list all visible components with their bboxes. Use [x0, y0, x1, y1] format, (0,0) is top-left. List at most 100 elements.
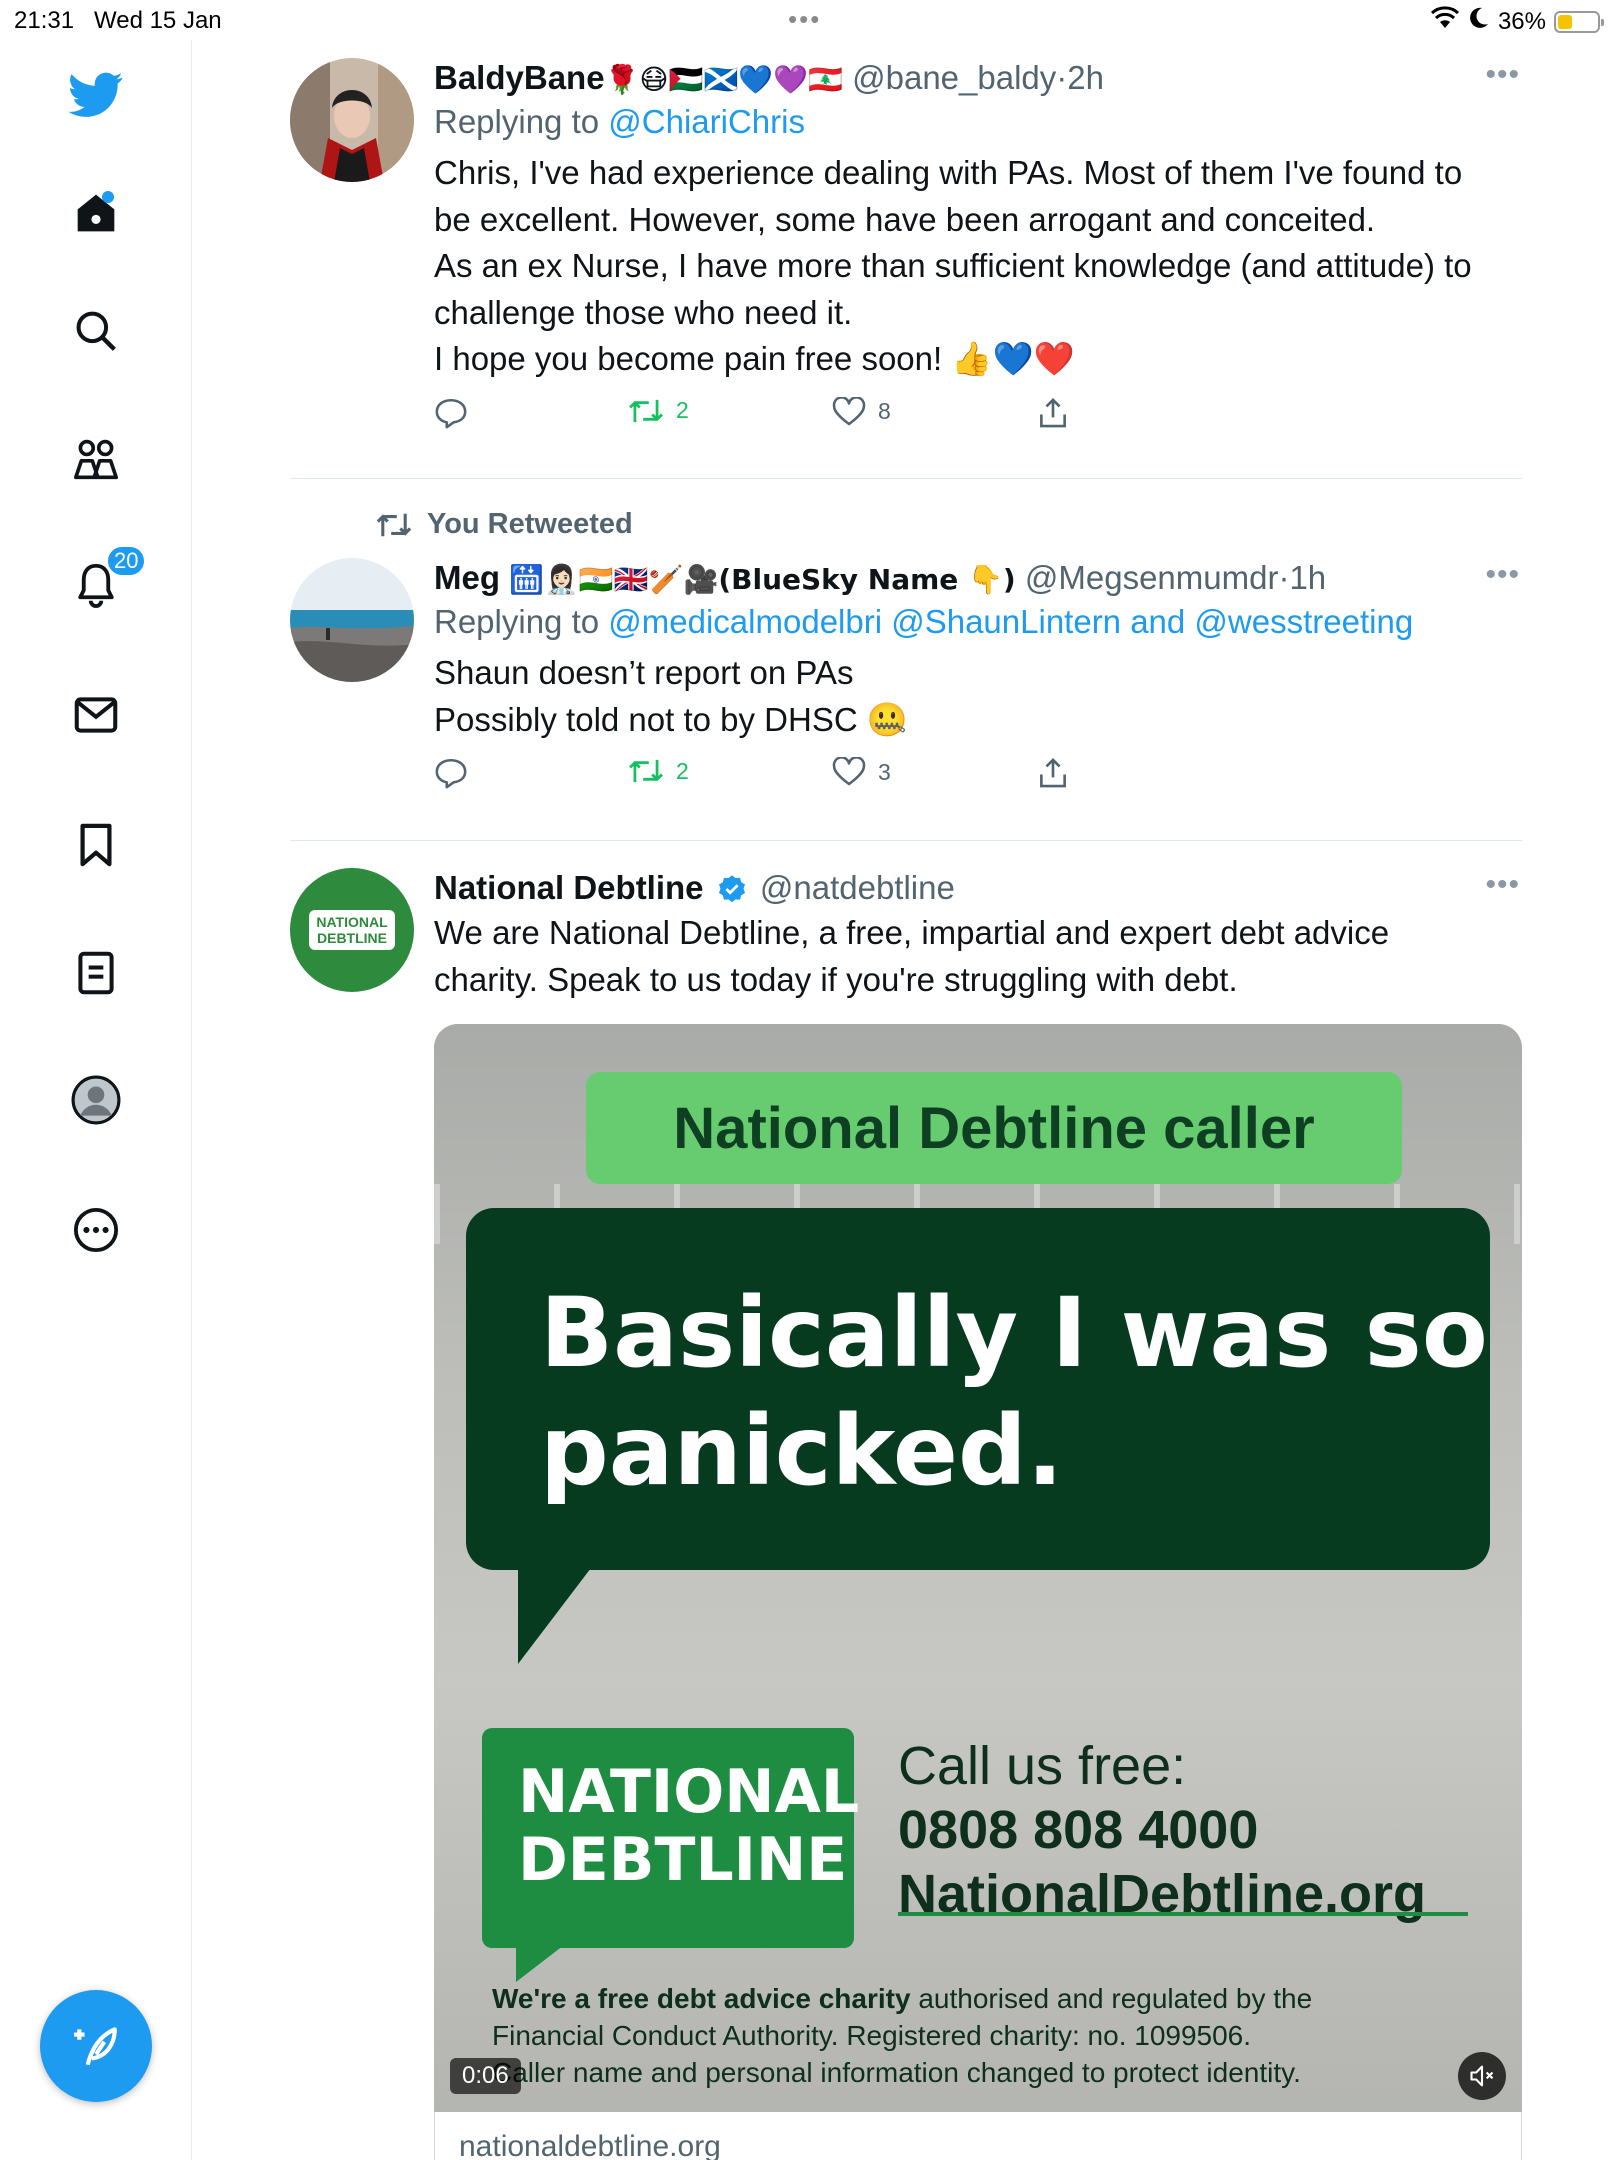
caller-label: National Debtline caller: [586, 1072, 1402, 1184]
like-button[interactable]: 3: [832, 757, 891, 787]
tweet-body: BaldyBane🌹😷🇵🇸🏴󠁧󠁢󠁳󠁣󠁴󠁿💙💜🇱🇧 @bane_baldy·2h …: [434, 58, 1522, 437]
tweet-text-line: be excellent. However, some have been ar…: [434, 200, 1376, 238]
tweet-time[interactable]: 2h: [1067, 59, 1104, 96]
notifications-badge: 20: [106, 545, 147, 577]
tweet-body: National Debtline @natdebtline ••• We ar…: [434, 868, 1522, 1003]
author-handle[interactable]: @Megsenmumdr: [1025, 559, 1279, 596]
status-date: Wed 15 Jan: [94, 7, 222, 34]
status-indicators: 36%: [1430, 6, 1604, 37]
tweet-text-line: We are National Debtline, a free, impart…: [434, 914, 1390, 951]
home-unread-dot: [102, 191, 114, 203]
avatar[interactable]: NATIONAL DEBTLINE: [290, 868, 414, 992]
author-name[interactable]: BaldyBane: [434, 59, 605, 96]
wifi-icon: [1430, 6, 1460, 37]
tweet-header: BaldyBane🌹😷🇵🇸🏴󠁧󠁢󠁳󠁣󠁴󠁿💙💜🇱🇧 @bane_baldy·2h: [434, 59, 1104, 96]
retweeted-indicator: You Retweeted: [375, 508, 633, 541]
sidebar-nav: 20: [0, 40, 192, 2160]
quote-text: Basically I was so panicked.: [540, 1277, 1488, 1507]
battery-percent: 36%: [1497, 7, 1546, 35]
tweet-time[interactable]: 1h: [1289, 559, 1326, 596]
tweet-video[interactable]: National Debtline caller Basically I was…: [434, 1024, 1522, 2120]
search-icon[interactable]: [66, 301, 126, 361]
tweet-text-line: Chris, I've had experience dealing with …: [434, 154, 1463, 191]
like-count: 3: [878, 758, 891, 785]
replying-to: Replying to @medicalmodelbri @ShaunLinte…: [434, 600, 1522, 644]
tweet-body: Meg 🛗👩🏻‍⚕️🇮🇳🇬🇧🏏🎥(BlueSky Name 👇) @Megsen…: [434, 558, 1522, 797]
disclaimer-text: We're a free debt advice charity authori…: [492, 1983, 1313, 2088]
tweet-text-line: As an ex Nurse, I have more than suffici…: [434, 247, 1472, 284]
like-count: 8: [878, 398, 891, 424]
status-bar: 21:31 Wed 15 Jan ••• 36%: [0, 0, 1620, 40]
share-button[interactable]: [1038, 757, 1068, 789]
avatar[interactable]: [290, 58, 414, 182]
lists-icon[interactable]: [66, 943, 126, 1003]
video-duration: 0:06: [450, 2058, 521, 2094]
battery-icon: [1554, 10, 1604, 33]
tweet-text-line: Possibly told not to by DHSC 🤐: [434, 700, 908, 738]
retweet-button[interactable]: 2: [628, 397, 689, 425]
more-icon[interactable]: [66, 1200, 126, 1260]
tweet-text: We are National Debtline, a free, impart…: [434, 910, 1522, 1003]
tweet-more-icon[interactable]: •••: [1485, 868, 1520, 902]
avatar-logo-text: NATIONAL DEBTLINE: [309, 910, 395, 950]
status-time: 21:31: [14, 7, 75, 34]
mute-button[interactable]: [1458, 2052, 1506, 2100]
heart-icon: [832, 396, 866, 425]
reply-button[interactable]: [434, 757, 468, 789]
reply-button[interactable]: [434, 397, 468, 429]
tweet-text: Chris, I've had experience dealing with …: [434, 150, 1522, 383]
bookmarks-icon[interactable]: [66, 815, 126, 875]
author-name-emoji: 🛗👩🏻‍⚕️🇮🇳🇬🇧🏏🎥(BlueSky Name 👇): [509, 563, 1016, 596]
tweet-divider: [290, 478, 1522, 479]
speaker-muted-icon: [1470, 2065, 1494, 2087]
call-info: Call us free: 0808 808 4000 NationalDebt…: [898, 1734, 1426, 1926]
profile-icon[interactable]: [66, 1070, 126, 1130]
verified-badge-icon: [718, 875, 745, 903]
author-handle[interactable]: @natdebtline: [760, 869, 955, 906]
retweet-icon: [376, 513, 412, 536]
tweet-text-line: challenge those who need it.: [434, 293, 853, 331]
compose-tweet-button[interactable]: [40, 1990, 152, 2102]
replying-to-link[interactable]: @medicalmodelbri @ShaunLintern and @wess…: [608, 603, 1413, 640]
retweet-count: 2: [676, 757, 689, 784]
retweet-button[interactable]: 2: [628, 757, 689, 785]
retweet-icon: [629, 759, 663, 783]
author-name[interactable]: National Debtline: [434, 869, 704, 906]
share-icon: [1040, 758, 1066, 788]
debtline-logo-text: NATIONAL DEBTLINE: [518, 1757, 860, 1895]
notifications-icon[interactable]: 20: [66, 545, 147, 615]
retweet-icon: [629, 399, 663, 422]
share-button[interactable]: [1038, 397, 1068, 429]
replying-to-link[interactable]: @ChiariChris: [608, 103, 805, 140]
author-name-emoji: 🌹😷🇵🇸🏴󠁧󠁢󠁳󠁣󠁴󠁿💙💜🇱🇧: [604, 63, 843, 96]
tweet-header: National Debtline @natdebtline: [434, 868, 1522, 908]
tweet-more-icon[interactable]: •••: [1485, 58, 1520, 92]
tweet-text-line: Shaun doesn’t report on PAs: [434, 654, 854, 691]
do-not-disturb-moon-icon: [1468, 6, 1490, 37]
link-domain[interactable]: nationaldebtline.org: [459, 2130, 721, 2160]
home-icon[interactable]: [66, 183, 126, 243]
heart-icon: [832, 757, 866, 786]
multitasking-dots-icon[interactable]: •••: [788, 4, 821, 35]
communities-icon[interactable]: [66, 429, 126, 489]
tweet-header: Meg 🛗👩🏻‍⚕️🇮🇳🇬🇧🏏🎥(BlueSky Name 👇) @Megsen…: [434, 559, 1327, 596]
reply-icon: [435, 398, 467, 428]
messages-icon[interactable]: [66, 685, 126, 745]
tweet-text: Shaun doesn’t report on PAs Possibly tol…: [434, 650, 1522, 743]
website-text: NationalDebtline.org: [898, 1864, 1427, 1924]
author-name[interactable]: Meg: [434, 559, 500, 596]
tweet-text-line: I hope you become pain free soon! 👍💙❤️: [434, 340, 1075, 377]
tweet-more-icon[interactable]: •••: [1485, 558, 1520, 592]
call-label: Call us free:: [898, 1736, 1187, 1796]
avatar[interactable]: [290, 558, 414, 682]
reply-icon: [435, 758, 467, 789]
phone-number: 0808 808 4000: [898, 1800, 1259, 1860]
compose-tweet-icon: [74, 2027, 117, 2066]
like-button[interactable]: 8: [832, 396, 891, 427]
author-handle[interactable]: @bane_baldy: [852, 59, 1056, 96]
tweet-text-line: charity. Speak to us today if you're str…: [434, 960, 1238, 998]
tweet-actions: 2 8: [434, 396, 1522, 437]
retweet-count: 2: [676, 397, 689, 423]
twitter-logo-icon[interactable]: [66, 65, 126, 125]
link-card[interactable]: nationaldebtline.org: [434, 2112, 1522, 2160]
